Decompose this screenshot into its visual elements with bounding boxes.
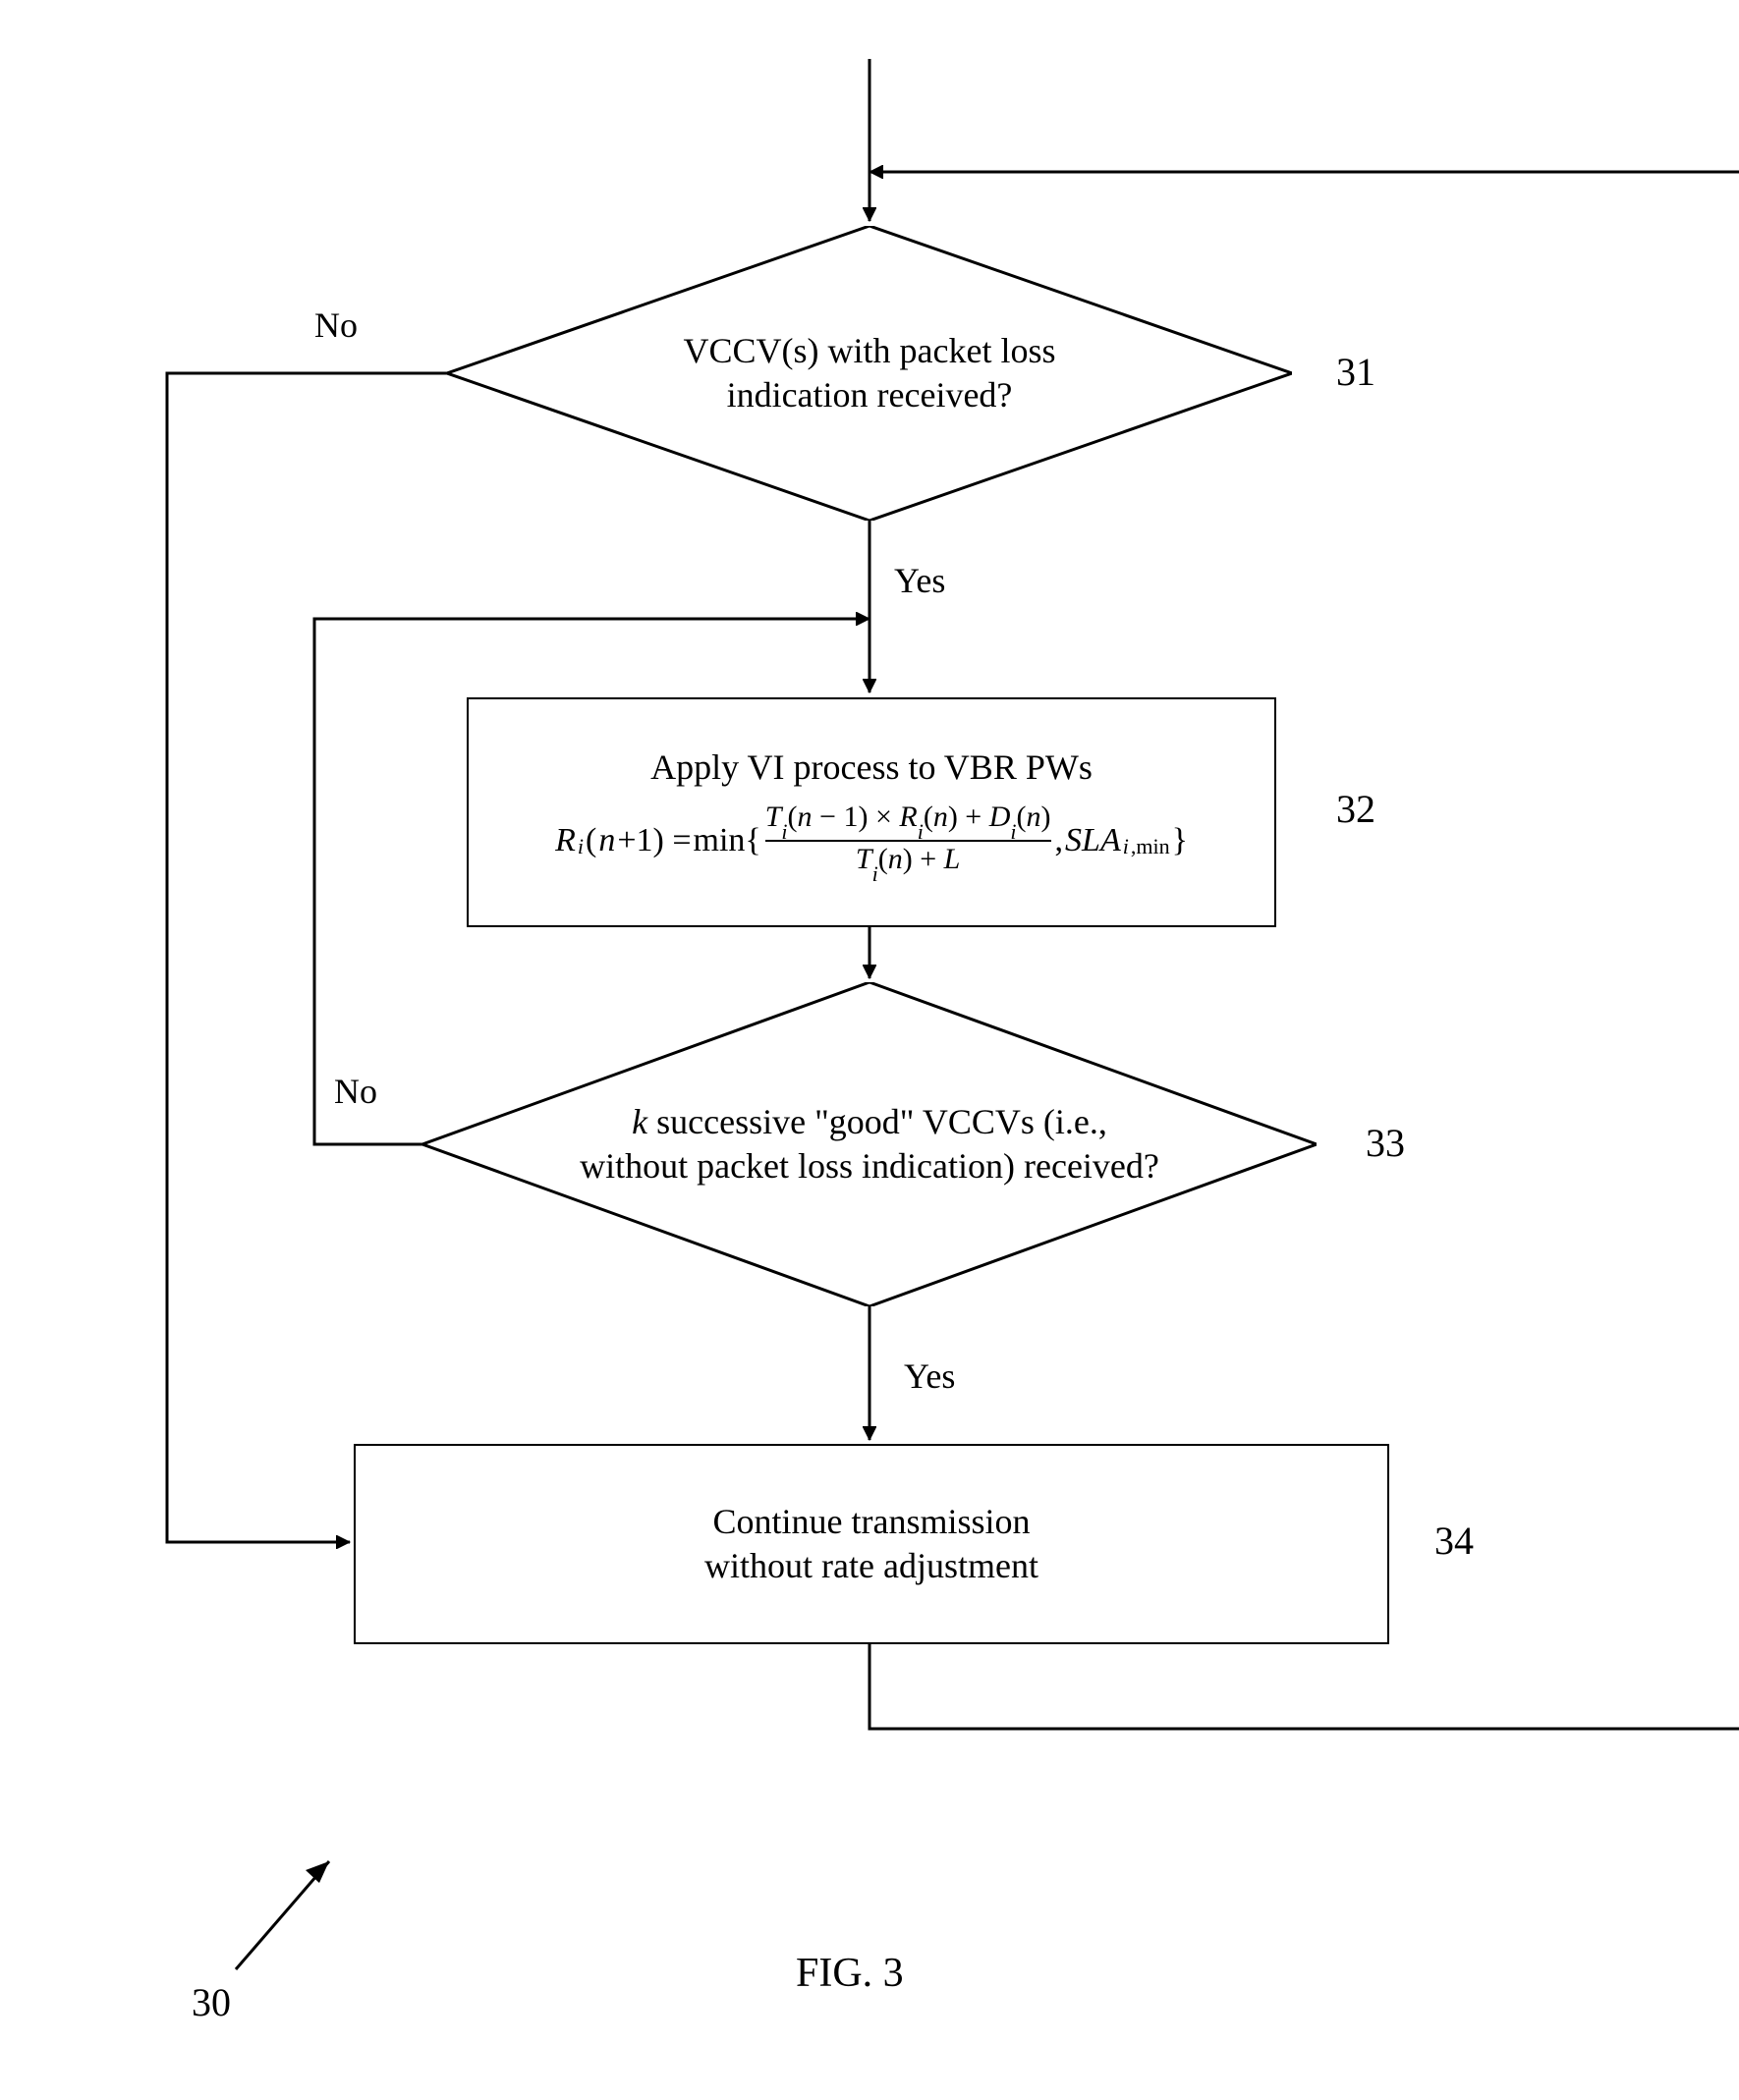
process-34-line2: without rate adjustment [704, 1544, 1038, 1588]
process-34: Continue transmission without rate adjus… [354, 1444, 1389, 1644]
decision-31-text-2: indication received? [727, 373, 1013, 417]
decision-33: k successive "good" VCCVs (i.e., without… [422, 982, 1317, 1306]
decision-33-k: k [632, 1102, 647, 1141]
process-32-title: Apply VI process to VBR PWs [650, 746, 1093, 790]
label-31: 31 [1336, 349, 1375, 395]
reference-30-arrow [221, 1847, 349, 1984]
decision-31: VCCV(s) with packet loss indication rece… [447, 226, 1292, 521]
decision-33-text-1: k successive "good" VCCVs (i.e., [632, 1100, 1107, 1144]
decision-33-text-2: without packet loss indication) received… [580, 1144, 1159, 1188]
figure-caption: FIG. 3 [796, 1950, 904, 1997]
reference-30-label: 30 [192, 1979, 231, 2025]
edge-label-33-yes: Yes [904, 1355, 955, 1397]
edge-label-31-yes: Yes [894, 560, 945, 601]
process-34-line1: Continue transmission [713, 1500, 1031, 1544]
decision-33-rest1: successive "good" VCCVs (i.e., [647, 1102, 1107, 1141]
edge-label-33-no: No [334, 1071, 377, 1112]
process-32-formula: Ri(n+1) = min{ Ti(n − 1) × Ri(n) + Di(n)… [555, 801, 1188, 878]
label-32: 32 [1336, 786, 1375, 832]
decision-31-text-1: VCCV(s) with packet loss [684, 329, 1056, 373]
label-34: 34 [1434, 1518, 1474, 1564]
edge-label-31-no: No [314, 304, 358, 346]
flowchart-canvas: VCCV(s) with packet loss indication rece… [0, 0, 1739, 2100]
label-33: 33 [1366, 1120, 1405, 1166]
process-32: Apply VI process to VBR PWs Ri(n+1) = mi… [467, 697, 1276, 927]
